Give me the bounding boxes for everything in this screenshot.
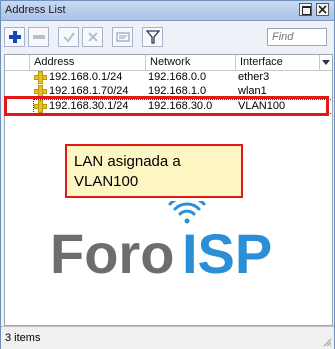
table-row[interactable]: 192.168.0.1/24 192.168.0.0 ether3 [5,70,332,85]
title-bar[interactable]: Address List [1,1,334,21]
close-button[interactable] [316,3,329,16]
comment-icon [116,32,130,42]
address-plus-icon [34,71,47,84]
disable-button[interactable] [82,27,103,47]
filter-icon [146,30,160,44]
header-address[interactable]: Address [30,55,146,70]
comment-button[interactable] [112,27,133,47]
enable-button[interactable] [58,27,79,47]
highlight-box [4,96,329,116]
checkmark-icon [63,32,75,43]
address-list-window: Address List Find Address Network Interf… [0,0,335,349]
maximize-button[interactable] [299,3,312,16]
foroisp-logo: Foro ISP [50,201,272,281]
remove-button[interactable] [28,27,49,47]
find-input[interactable] [267,28,327,46]
annotation-callout: LAN asignada a VLAN100 [65,144,243,198]
x-icon [88,32,98,42]
add-button[interactable] [4,27,25,47]
table-header: Address Network Interface [5,55,332,71]
window-title: Address List [5,4,66,16]
callout-line-2: VLAN100 [74,173,139,190]
row-address: 192.168.0.1/24 [49,71,123,83]
row-network: 192.168.0.0 [148,71,207,83]
column-menu-dropdown-icon[interactable] [320,55,332,70]
header-flags[interactable] [5,55,30,70]
logo-text-foro: Foro [50,222,174,281]
status-bar: 3 items [1,326,334,349]
filter-button[interactable] [142,27,163,47]
callout-line-1: LAN asignada a [74,153,181,170]
header-network[interactable]: Network [146,55,236,70]
wifi-signal-icon [168,201,206,224]
close-icon [318,5,327,14]
item-count: 3 items [5,332,41,344]
resize-grip-icon[interactable] [322,337,332,347]
toolbar [1,21,334,53]
header-interface[interactable]: Interface [236,55,320,70]
minus-icon [33,35,45,39]
plus-icon [9,31,21,43]
logo-text-isp: ISP [182,222,272,281]
row-interface: ether3 [238,71,270,83]
